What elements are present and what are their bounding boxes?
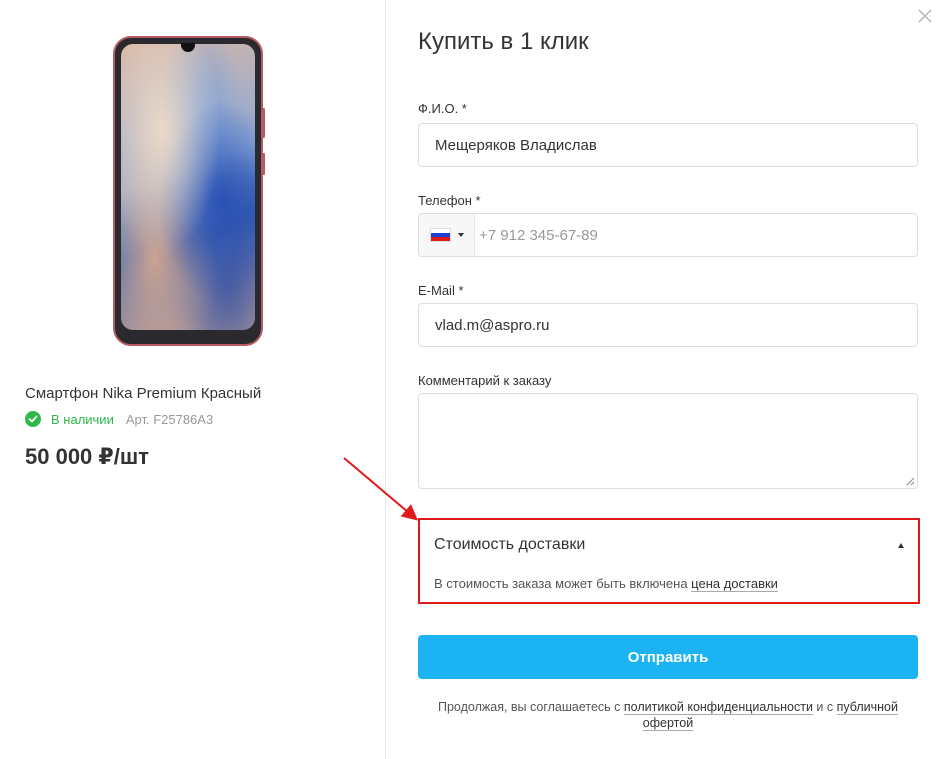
delivery-note: В стоимость заказа может быть включена ц… bbox=[434, 576, 778, 592]
phone-placeholder: +7 912 345-67-89 bbox=[479, 226, 598, 244]
submit-button[interactable]: Отправить bbox=[418, 635, 918, 679]
public-offer-link[interactable]: публичной bbox=[836, 700, 898, 715]
caret-up-icon[interactable] bbox=[898, 543, 904, 548]
delivery-price-link[interactable]: цена доставки bbox=[691, 576, 778, 592]
product-name: Смартфон Nika Premium Красный bbox=[25, 385, 262, 402]
comment-label: Комментарий к заказу bbox=[418, 373, 552, 388]
phone-field[interactable]: +7 912 345-67-89 bbox=[418, 213, 918, 257]
email-value: vlad.m@aspro.ru bbox=[435, 316, 550, 334]
article-number: Арт. F25786A3 bbox=[125, 411, 214, 427]
product-panel: Смартфон Nika Premium Красный В наличии … bbox=[0, 0, 385, 759]
delivery-cost-section[interactable]: Стоимость доставки В стоимость заказа мо… bbox=[418, 518, 920, 604]
fio-label: Ф.И.О. * bbox=[418, 101, 467, 116]
fio-value: Мещеряков Владислав bbox=[435, 136, 597, 154]
chevron-down-icon bbox=[457, 233, 464, 237]
product-image bbox=[113, 36, 265, 346]
public-offer-link-2[interactable]: офертой bbox=[642, 716, 694, 731]
stock-row: В наличии Арт. F25786A3 bbox=[25, 410, 213, 428]
fio-field[interactable]: Мещеряков Владислав bbox=[418, 123, 918, 167]
stock-status: В наличии bbox=[51, 411, 114, 427]
email-label: E-Mail * bbox=[418, 283, 464, 298]
check-circle-icon bbox=[25, 411, 41, 427]
russia-flag-icon bbox=[429, 228, 451, 242]
delivery-title: Стоимость доставки bbox=[434, 536, 586, 553]
form-title: Купить в 1 клик bbox=[418, 28, 589, 55]
product-price: 50 000 ₽/шт bbox=[25, 444, 149, 469]
close-icon[interactable] bbox=[917, 8, 933, 24]
resize-handle-icon[interactable] bbox=[906, 477, 915, 486]
country-select[interactable] bbox=[419, 214, 475, 256]
phone-label: Телефон * bbox=[418, 193, 481, 208]
agreement-text: Продолжая, вы соглашаетесь с политикой к… bbox=[438, 700, 898, 731]
privacy-policy-link[interactable]: политикой конфиденциальности bbox=[623, 700, 813, 715]
order-form: Купить в 1 клик Ф.И.О. * Мещеряков Влади… bbox=[386, 0, 945, 759]
comment-field[interactable] bbox=[418, 393, 918, 489]
email-field[interactable]: vlad.m@aspro.ru bbox=[418, 303, 918, 347]
